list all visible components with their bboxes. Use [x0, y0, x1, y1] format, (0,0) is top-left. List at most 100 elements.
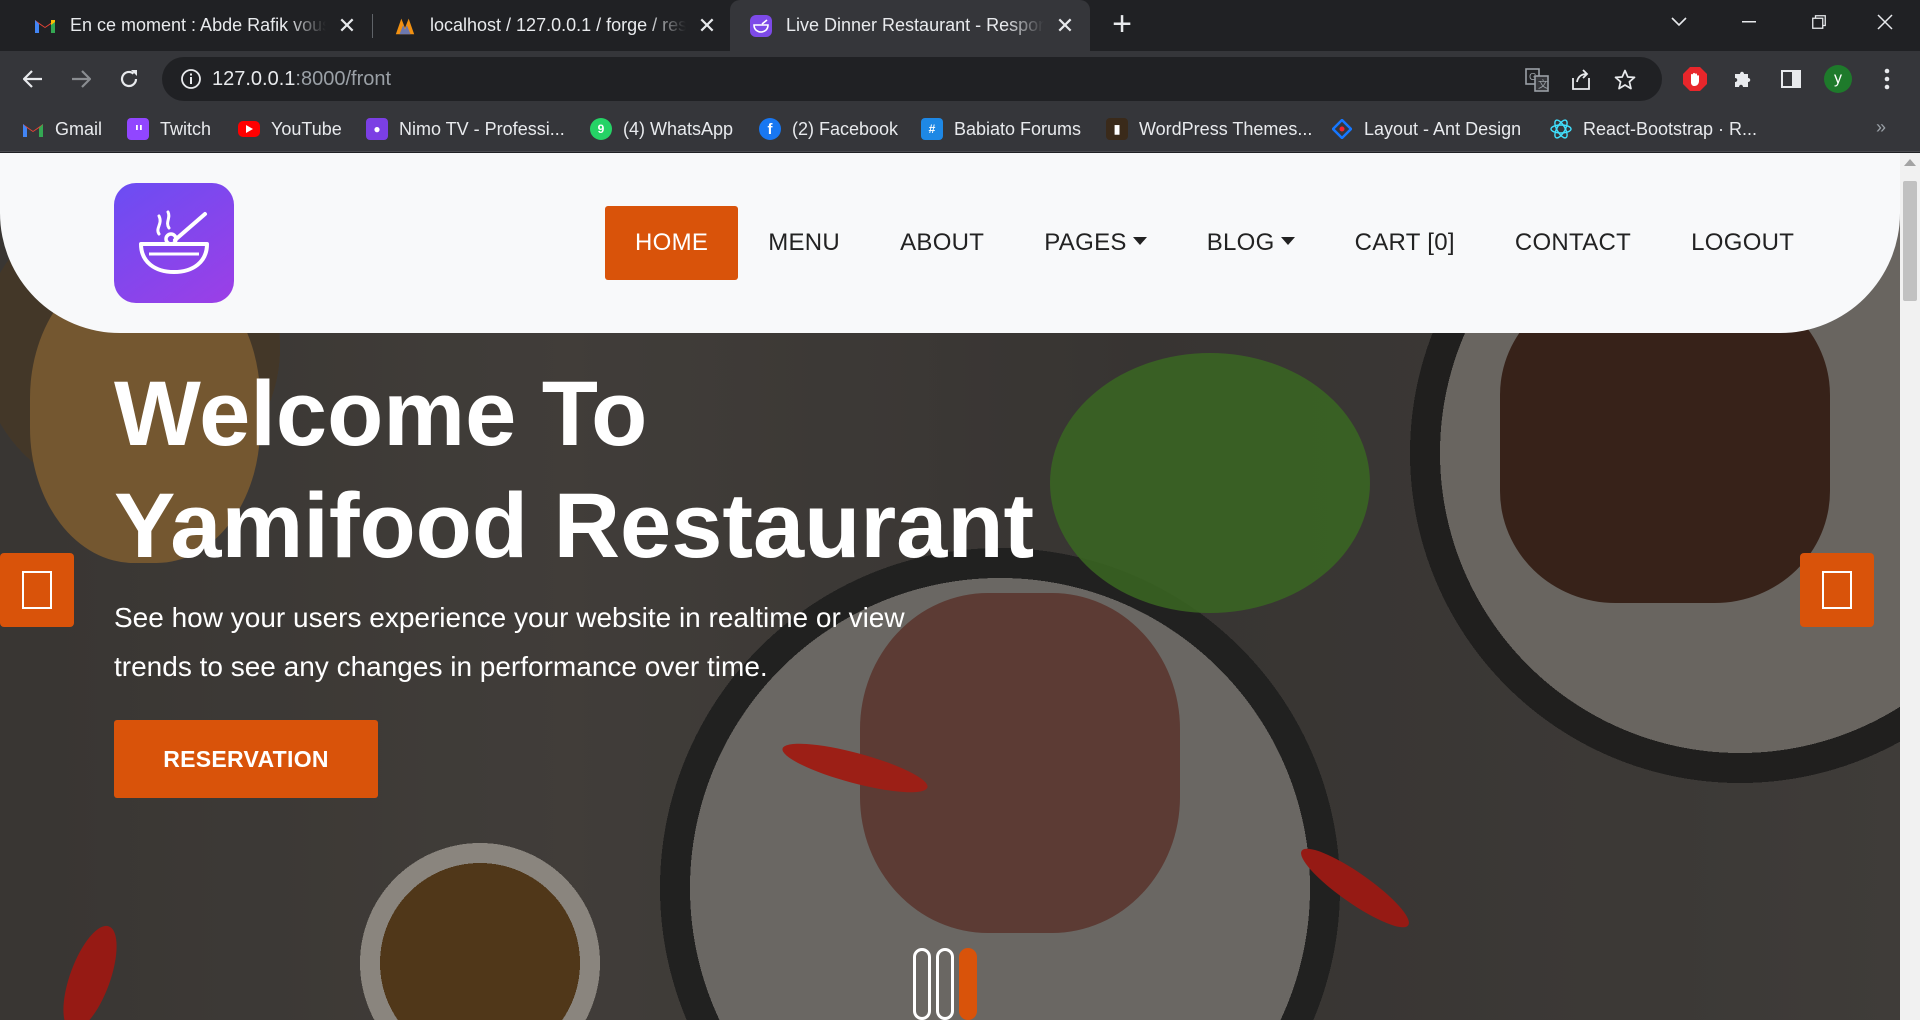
slide-indicator[interactable]: [913, 948, 931, 1020]
bookmark-facebook[interactable]: f (2) Facebook: [759, 107, 898, 151]
site-logo[interactable]: [114, 183, 234, 303]
hero-subtitle-line: trends to see any changes in performance…: [114, 651, 768, 682]
close-tab-icon[interactable]: ✕: [696, 13, 718, 38]
bookmark-react-bootstrap[interactable]: React-Bootstrap · R...: [1550, 107, 1757, 151]
site-header: HOME MENU ABOUT PAGES BLOG CART [0] CONT…: [0, 153, 1900, 333]
bookmark-label: Nimo TV - Professi...: [399, 118, 565, 139]
translate-icon[interactable]: G文: [1524, 67, 1550, 93]
bookmark-nimo[interactable]: ● Nimo TV - Professi...: [366, 107, 565, 151]
caret-down-icon: [1280, 237, 1295, 245]
youtube-icon: [238, 121, 260, 137]
bookmark-label: (4) WhatsApp: [623, 118, 734, 139]
extensions-puzzle-icon[interactable]: [1724, 60, 1762, 98]
url-path: :8000/front: [295, 68, 392, 90]
bookmark-label: Babiato Forums: [954, 118, 1082, 139]
nav-label: MENU: [768, 229, 841, 256]
forward-button[interactable]: [62, 60, 100, 98]
bookmark-whatsapp[interactable]: 9 (4) WhatsApp: [590, 107, 733, 151]
bookmark-label: WordPress Themes...: [1139, 118, 1313, 139]
slider-next-button[interactable]: [1800, 553, 1874, 627]
close-tab-icon[interactable]: ✕: [1054, 13, 1076, 38]
browser-toolbar: 127.0.0.1:8000/front G文 y: [0, 51, 1920, 107]
tab-divider: [372, 14, 373, 38]
back-button[interactable]: [14, 60, 52, 98]
tab-gmail[interactable]: En ce moment : Abde Rafik vous ✕: [14, 0, 372, 51]
bookmark-label: Layout - Ant Design: [1364, 118, 1522, 139]
nav-about[interactable]: ABOUT: [870, 206, 1014, 280]
bookmark-label: (2) Facebook: [792, 118, 899, 139]
bookmark-twitch[interactable]: Twitch: [127, 107, 211, 151]
tab-strip: En ce moment : Abde Rafik vous ✕ localho…: [0, 0, 1920, 51]
tab-search-icon[interactable]: [1644, 0, 1714, 44]
bookmark-youtube[interactable]: YouTube: [238, 107, 342, 151]
browser-menu-icon[interactable]: [1868, 60, 1906, 98]
slide-indicator-active[interactable]: [959, 948, 977, 1020]
caret-down-icon: [1132, 237, 1147, 245]
gmail-icon: [34, 15, 56, 37]
slide-indicator[interactable]: [936, 948, 954, 1020]
bookmark-gmail[interactable]: Gmail: [22, 107, 102, 151]
address-bar[interactable]: 127.0.0.1:8000/front G文: [162, 57, 1662, 101]
share-icon[interactable]: [1568, 67, 1594, 93]
svg-text:文: 文: [1538, 78, 1548, 91]
hero-subtitle-line: See how your users experience your websi…: [114, 602, 905, 633]
gmail-icon: [22, 118, 44, 140]
wordpress-themes-icon: ▮: [1106, 118, 1128, 140]
nav-label: CONTACT: [1514, 229, 1632, 256]
bookmark-wordpress-themes[interactable]: ▮ WordPress Themes...: [1106, 107, 1312, 151]
facebook-icon: f: [759, 118, 781, 140]
nav-pages-dropdown[interactable]: PAGES: [1014, 206, 1176, 280]
tab-title: Live Dinner Restaurant - Respons: [786, 15, 1044, 35]
nimo-icon: ●: [366, 118, 388, 140]
nav-logout[interactable]: LOGOUT: [1661, 206, 1824, 280]
soup-bowl-icon: [139, 210, 209, 274]
tab-restaurant[interactable]: Live Dinner Restaurant - Respons ✕: [730, 0, 1090, 51]
page-scrollbar[interactable]: [1900, 153, 1920, 1020]
tab-phpmyadmin[interactable]: localhost / 127.0.0.1 / forge / rese ✕: [374, 0, 732, 51]
profile-avatar[interactable]: y: [1824, 65, 1852, 93]
bookmark-ant-design[interactable]: Layout - Ant Design: [1331, 107, 1521, 151]
nav-contact[interactable]: CONTACT: [1485, 206, 1661, 280]
reservation-button[interactable]: RESERVATION: [114, 720, 378, 798]
bookmark-label: React-Bootstrap · R...: [1583, 118, 1758, 139]
slider-indicators: [913, 948, 977, 1020]
bookmark-label: Gmail: [55, 118, 103, 139]
url-text: 127.0.0.1:8000/front: [212, 68, 391, 91]
scrollbar-thumb[interactable]: [1903, 181, 1917, 301]
nav-label: CART [0]: [1354, 229, 1455, 256]
nav-cart[interactable]: CART [0]: [1325, 206, 1485, 280]
reload-button[interactable]: [110, 60, 148, 98]
restaurant-logo-icon: [750, 14, 772, 37]
scroll-up-arrow-icon[interactable]: [1904, 159, 1916, 166]
nav-blog-dropdown[interactable]: BLOG: [1177, 206, 1325, 280]
more-bookmarks-icon[interactable]: »: [1876, 117, 1886, 138]
nav-label: HOME: [635, 229, 709, 256]
babiato-icon: #: [921, 118, 943, 140]
ant-design-icon: [1331, 118, 1353, 140]
slider-prev-button[interactable]: [0, 553, 74, 627]
nav-label: ABOUT: [900, 229, 985, 256]
bookmark-babiato[interactable]: # Babiato Forums: [921, 107, 1081, 151]
hero-title: Welcome To Yamifood Restaurant: [114, 358, 1214, 582]
nav-menu[interactable]: MENU: [738, 206, 870, 280]
side-panel-icon[interactable]: [1772, 60, 1810, 98]
hero-title-line: Yamifood Restaurant: [114, 475, 1035, 577]
tab-title: localhost / 127.0.0.1 / forge / rese: [430, 15, 686, 35]
nav-label: LOGOUT: [1691, 229, 1795, 256]
nav-home[interactable]: HOME: [605, 206, 739, 280]
prev-arrow-icon: [22, 571, 52, 609]
restore-button[interactable]: [1784, 0, 1854, 44]
adblock-extension-icon[interactable]: [1676, 60, 1714, 98]
hero-title-line: Welcome To: [114, 363, 648, 465]
hero-subtitle: See how your users experience your websi…: [114, 593, 934, 691]
close-window-button[interactable]: [1850, 0, 1920, 44]
site-info-icon[interactable]: [180, 68, 202, 95]
bookmark-label: YouTube: [271, 118, 342, 139]
new-tab-button[interactable]: +: [1106, 7, 1138, 41]
main-nav: HOME MENU ABOUT PAGES BLOG CART [0] CONT…: [605, 206, 1824, 280]
minimize-button[interactable]: [1714, 0, 1784, 44]
tab-title: En ce moment : Abde Rafik vous: [70, 15, 326, 35]
bookmark-star-icon[interactable]: [1612, 67, 1638, 93]
close-tab-icon[interactable]: ✕: [336, 13, 358, 38]
nav-label: PAGES: [1044, 229, 1127, 256]
